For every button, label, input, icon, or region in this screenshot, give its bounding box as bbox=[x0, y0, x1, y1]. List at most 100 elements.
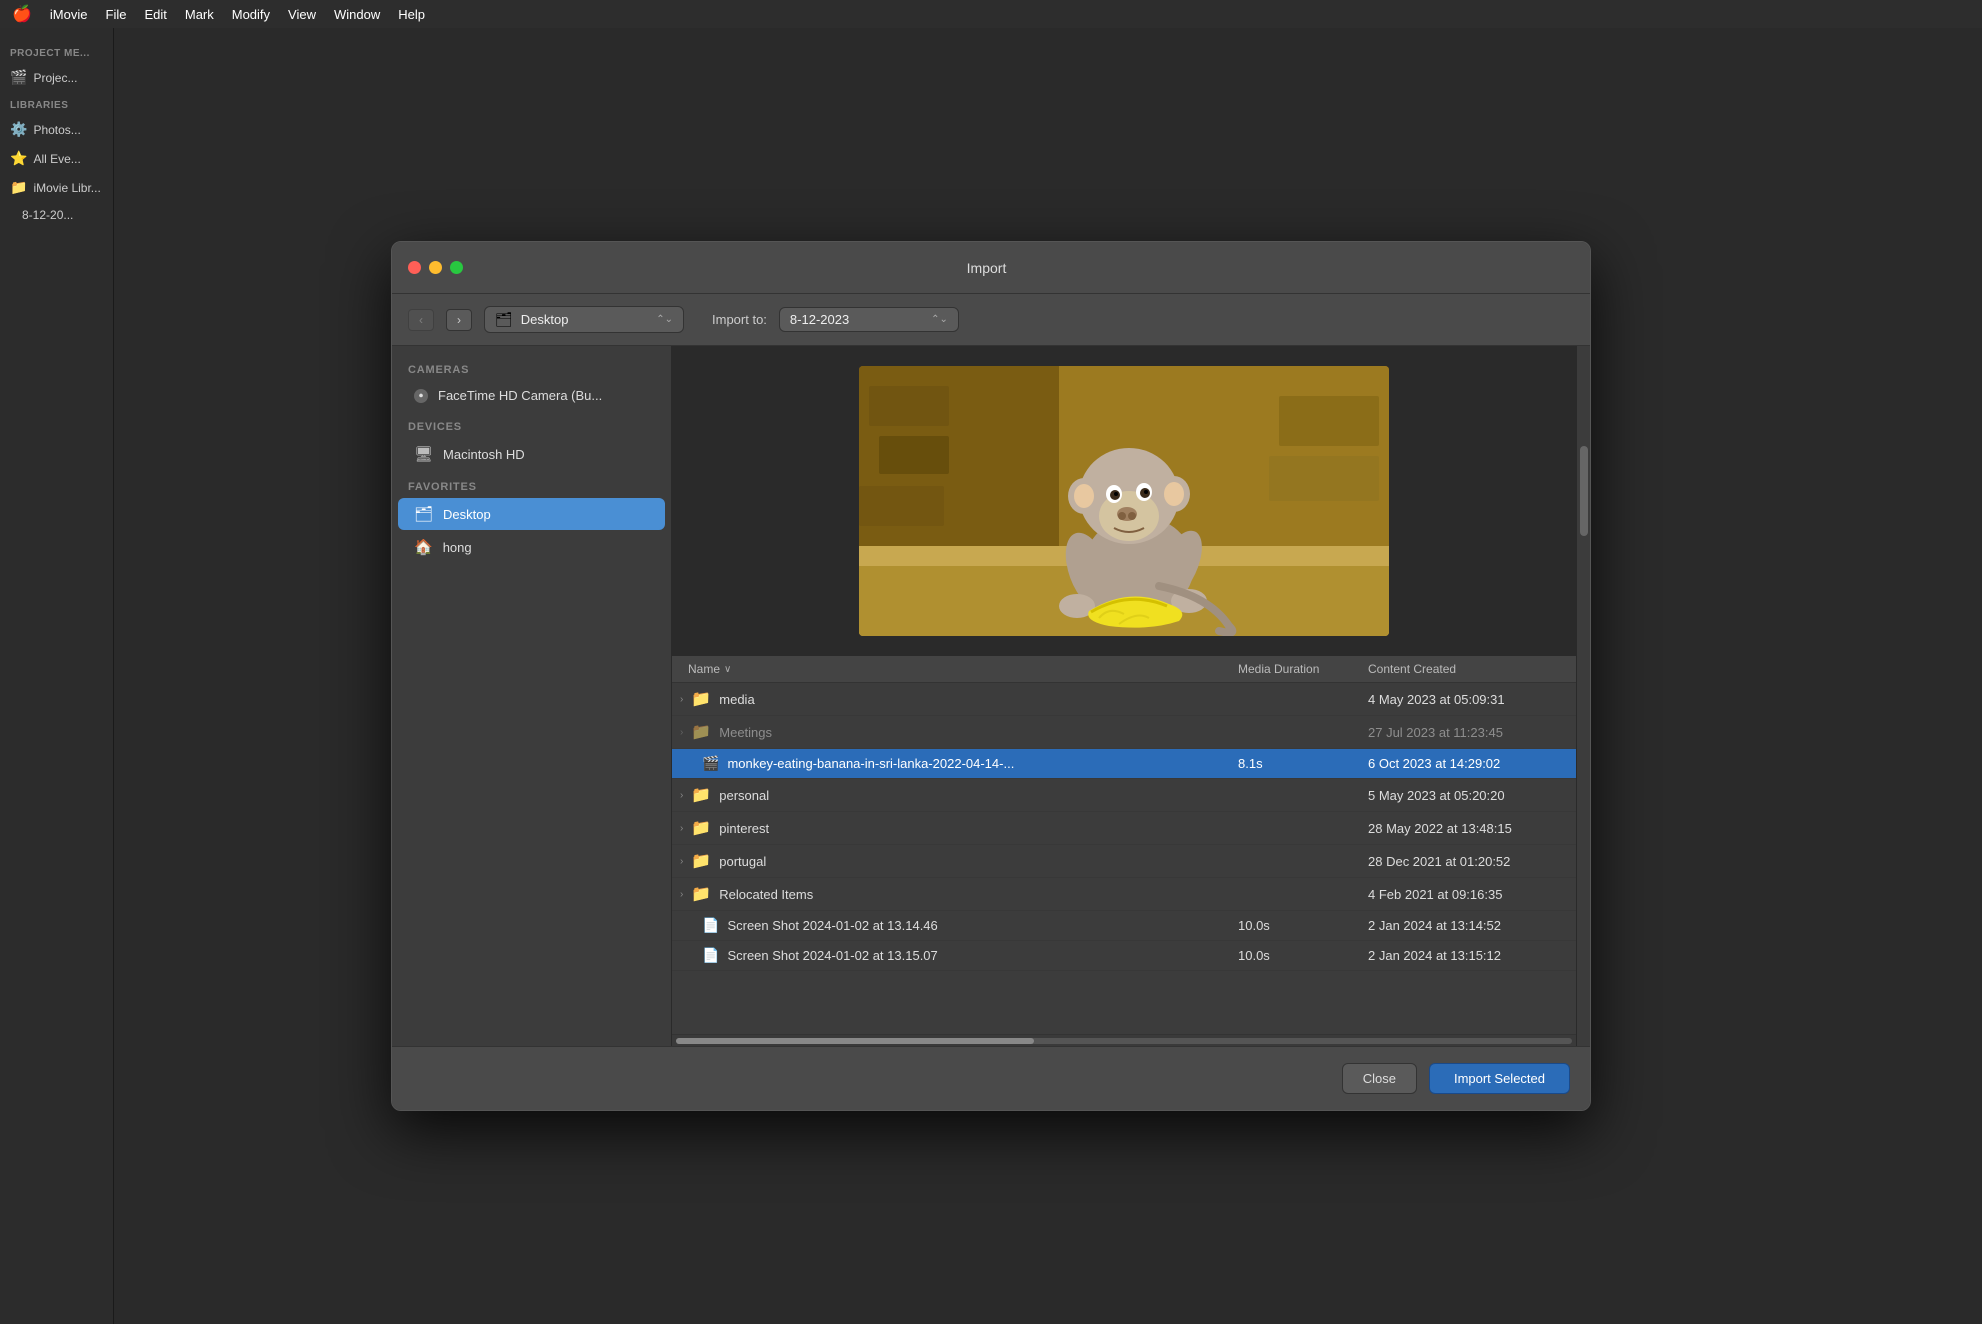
import-to-label: Import to: bbox=[712, 312, 767, 327]
dialog-titlebar: Import bbox=[392, 242, 1590, 294]
import-dialog: Import ‹ › 🗂 Desktop ⌃⌄ Import to: 8-12-… bbox=[391, 241, 1591, 1111]
photos-item[interactable]: ⚙️ Photos... bbox=[0, 115, 113, 144]
scrollbar-thumb[interactable] bbox=[676, 1038, 1034, 1044]
file-name-cell: 📄 Screen Shot 2024-01-02 at 13.15.07 bbox=[672, 947, 1226, 964]
hong-item[interactable]: 🏠 hong bbox=[398, 531, 665, 563]
menu-window[interactable]: Window bbox=[334, 7, 380, 22]
star-icon: ⭐ bbox=[10, 150, 27, 167]
dialog-sidebar: CAMERAS ⏺ FaceTime HD Camera (Bu... DEVI… bbox=[392, 346, 672, 1046]
folder-icon: 📁 bbox=[691, 785, 711, 805]
sort-arrow: ∨ bbox=[724, 664, 731, 675]
vertical-scrollbar[interactable] bbox=[1576, 346, 1590, 1046]
column-duration[interactable]: Media Duration bbox=[1226, 662, 1356, 676]
menu-view[interactable]: View bbox=[288, 7, 316, 22]
vertical-scrollbar-thumb[interactable] bbox=[1580, 446, 1588, 536]
forward-button[interactable]: › bbox=[446, 309, 472, 331]
cameras-section-header: CAMERAS bbox=[392, 354, 671, 380]
file-name-cell: › 📁 Relocated Items bbox=[672, 884, 1226, 904]
project-item[interactable]: 🎬 Projec... bbox=[0, 63, 113, 92]
file-duration: 8.1s bbox=[1226, 756, 1356, 771]
file-name-cell: › 📁 Meetings bbox=[672, 722, 1226, 742]
file-name-cell: › 📁 media bbox=[672, 689, 1226, 709]
import-selected-button[interactable]: Import Selected bbox=[1429, 1063, 1570, 1094]
imovie-library-item[interactable]: 📁 iMovie Libr... bbox=[0, 173, 113, 202]
screenshot-icon: 📄 bbox=[702, 917, 719, 934]
file-name-cell: › 📁 personal bbox=[672, 785, 1226, 805]
home-icon: 🏠 bbox=[414, 538, 433, 556]
file-name: portugal bbox=[719, 854, 766, 869]
dialog-title: Import bbox=[399, 260, 1574, 276]
back-button[interactable]: ‹ bbox=[408, 309, 434, 331]
file-name: Screen Shot 2024-01-02 at 13.14.46 bbox=[727, 918, 937, 933]
menu-modify[interactable]: Modify bbox=[232, 7, 270, 22]
camera-icon: ⏺ bbox=[414, 389, 428, 403]
expand-icon[interactable]: › bbox=[680, 727, 683, 738]
file-name: media bbox=[719, 692, 754, 707]
date-item[interactable]: 8-12-20... bbox=[0, 202, 113, 228]
menu-help[interactable]: Help bbox=[398, 7, 425, 22]
desktop-item[interactable]: 🗂 Desktop bbox=[398, 498, 665, 530]
expand-icon[interactable]: › bbox=[680, 790, 683, 801]
table-row[interactable]: › 📁 personal 5 May 2023 at 05:20:20 bbox=[672, 779, 1576, 812]
import-to-dropdown[interactable]: 8-12-2023 ⌃⌄ bbox=[779, 307, 959, 332]
table-row[interactable]: 📄 Screen Shot 2024-01-02 at 13.14.46 10.… bbox=[672, 911, 1576, 941]
project-item-label: Projec... bbox=[33, 71, 77, 85]
devices-section-header: DEVICES bbox=[392, 411, 671, 437]
apple-menu[interactable]: 🍎 bbox=[12, 4, 32, 24]
scroll-indicator bbox=[672, 1034, 1576, 1046]
main-content: CAMERAS ⏺ FaceTime HD Camera (Bu... DEVI… bbox=[392, 346, 1590, 1046]
menu-imovie[interactable]: iMovie bbox=[50, 7, 88, 22]
favorites-section-header: FAVORITES bbox=[392, 471, 671, 497]
file-name: monkey-eating-banana-in-sri-lanka-2022-0… bbox=[727, 756, 1014, 771]
right-panel: Name ∨ Media Duration Content Created bbox=[672, 346, 1576, 1046]
menu-edit[interactable]: Edit bbox=[144, 7, 166, 22]
expand-icon[interactable]: › bbox=[680, 823, 683, 834]
menu-file[interactable]: File bbox=[106, 7, 127, 22]
date-label: 8-12-20... bbox=[22, 208, 73, 222]
facetime-camera-item[interactable]: ⏺ FaceTime HD Camera (Bu... bbox=[398, 381, 665, 410]
column-created-label: Content Created bbox=[1368, 662, 1456, 676]
file-list[interactable]: › 📁 media 4 May 2023 at 05:09:31 › 📁 Mee… bbox=[672, 683, 1576, 1034]
menu-mark[interactable]: Mark bbox=[185, 7, 214, 22]
file-created: 6 Oct 2023 at 14:29:02 bbox=[1356, 756, 1576, 771]
expand-icon[interactable]: › bbox=[680, 694, 683, 705]
film-icon: 🎬 bbox=[10, 69, 27, 86]
project-section-label: PROJECT ME... bbox=[0, 40, 113, 63]
folder-icon: 📁 bbox=[691, 851, 711, 871]
file-created: 5 May 2023 at 05:20:20 bbox=[1356, 788, 1576, 803]
library-icon: 📁 bbox=[10, 179, 27, 196]
table-row[interactable]: › 📁 portugal 28 Dec 2021 at 01:20:52 bbox=[672, 845, 1576, 878]
file-created: 28 Dec 2021 at 01:20:52 bbox=[1356, 854, 1576, 869]
file-created: 4 May 2023 at 05:09:31 bbox=[1356, 692, 1576, 707]
table-row[interactable]: 🎬 monkey-eating-banana-in-sri-lanka-2022… bbox=[672, 749, 1576, 779]
file-name: Screen Shot 2024-01-02 at 13.15.07 bbox=[727, 948, 937, 963]
scrollbar-track[interactable] bbox=[676, 1038, 1572, 1044]
imovie-library-label: iMovie Libr... bbox=[33, 181, 100, 195]
file-created: 28 May 2022 at 13:48:15 bbox=[1356, 821, 1576, 836]
file-created: 27 Jul 2023 at 11:23:45 bbox=[1356, 725, 1576, 740]
file-name: Meetings bbox=[719, 725, 772, 740]
table-row[interactable]: › 📁 pinterest 28 May 2022 at 13:48:15 bbox=[672, 812, 1576, 845]
table-row[interactable]: › 📁 Meetings 27 Jul 2023 at 11:23:45 bbox=[672, 716, 1576, 749]
column-created[interactable]: Content Created bbox=[1356, 662, 1576, 676]
file-name-cell: 📄 Screen Shot 2024-01-02 at 13.14.46 bbox=[672, 917, 1226, 934]
table-row[interactable]: 📄 Screen Shot 2024-01-02 at 13.15.07 10.… bbox=[672, 941, 1576, 971]
table-row[interactable]: › 📁 media 4 May 2023 at 05:09:31 bbox=[672, 683, 1576, 716]
macintosh-hd-item[interactable]: 🖥 Macintosh HD bbox=[398, 438, 665, 470]
file-created: 2 Jan 2024 at 13:15:12 bbox=[1356, 948, 1576, 963]
macintosh-hd-label: Macintosh HD bbox=[443, 447, 525, 462]
location-dropdown[interactable]: 🗂 Desktop ⌃⌄ bbox=[484, 306, 684, 333]
expand-icon[interactable]: › bbox=[680, 856, 683, 867]
close-dialog-button[interactable]: Close bbox=[1342, 1063, 1417, 1094]
column-name[interactable]: Name ∨ bbox=[672, 662, 1226, 676]
import-to-value: 8-12-2023 bbox=[790, 312, 923, 327]
facetime-label: FaceTime HD Camera (Bu... bbox=[438, 388, 602, 403]
table-row[interactable]: › 📁 Relocated Items 4 Feb 2021 at 09:16:… bbox=[672, 878, 1576, 911]
menubar: 🍎 iMovie File Edit Mark Modify View Wind… bbox=[0, 0, 1982, 28]
expand-icon[interactable]: › bbox=[680, 889, 683, 900]
toolbar: ‹ › 🗂 Desktop ⌃⌄ Import to: 8-12-2023 ⌃⌄ bbox=[392, 294, 1590, 346]
file-name-cell: › 📁 pinterest bbox=[672, 818, 1226, 838]
all-events-item[interactable]: ⭐ All Eve... bbox=[0, 144, 113, 173]
folder-icon: 📁 bbox=[691, 689, 711, 709]
file-name: pinterest bbox=[719, 821, 769, 836]
